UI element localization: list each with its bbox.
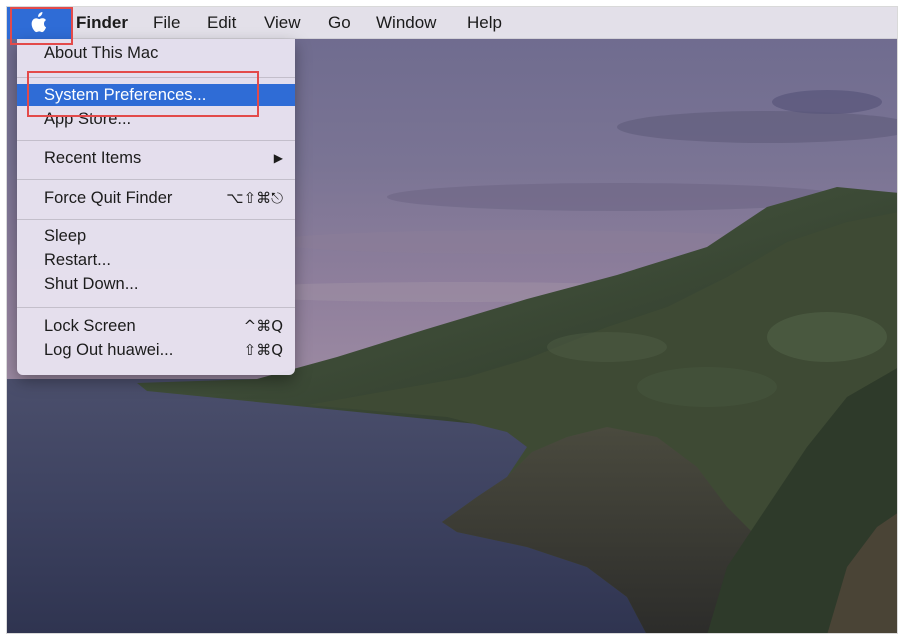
apple-logo-icon [31, 12, 47, 33]
force-quit-shortcut: ⌥⇧⌘⎋ [226, 189, 283, 207]
menu-item-label: About This Mac [44, 44, 159, 62]
menu-item-label: App Store... [44, 110, 132, 128]
menu-item-label: System Preferences... [44, 86, 207, 104]
menu-view[interactable]: View [264, 13, 301, 33]
menu-item-label: Restart... [44, 251, 111, 269]
menu-separator [17, 179, 295, 180]
menu-file[interactable]: File [153, 13, 180, 33]
menu-item-force-quit[interactable]: Force Quit Finder ⌥⇧⌘⎋ [17, 187, 295, 209]
menu-finder[interactable]: Finder [76, 13, 128, 33]
menu-item-log-out[interactable]: Log Out huawei... ⇧⌘Q [17, 339, 295, 361]
menu-item-about-this-mac[interactable]: About This Mac [17, 42, 295, 64]
menu-go[interactable]: Go [328, 13, 351, 33]
log-out-shortcut: ⇧⌘Q [243, 341, 283, 359]
menu-item-label: Force Quit Finder [44, 189, 173, 207]
screenshot-frame: Finder File Edit View Go Window Help Abo… [6, 6, 898, 634]
menu-item-label: Recent Items [44, 149, 142, 167]
menu-item-label: Shut Down... [44, 275, 139, 293]
apple-dropdown-menu: About This Mac System Preferences... App… [17, 39, 295, 375]
menu-separator [17, 219, 295, 220]
menu-item-system-preferences[interactable]: System Preferences... [17, 84, 295, 106]
menu-help[interactable]: Help [467, 13, 502, 33]
menu-item-label: Lock Screen [44, 317, 136, 335]
menu-bar: Finder File Edit View Go Window Help [7, 7, 897, 39]
menu-item-label: Log Out huawei... [44, 341, 174, 359]
menu-separator [17, 77, 295, 78]
apple-menu-button[interactable] [7, 7, 71, 39]
menu-item-app-store[interactable]: App Store... [17, 108, 295, 130]
menu-separator [17, 140, 295, 141]
menu-item-lock-screen[interactable]: Lock Screen ^⌘Q [17, 315, 295, 337]
menu-edit[interactable]: Edit [207, 13, 236, 33]
lock-screen-shortcut: ^⌘Q [243, 317, 283, 335]
menu-item-restart[interactable]: Restart... [17, 249, 295, 271]
submenu-arrow-icon: ▶ [273, 151, 283, 165]
menu-item-sleep[interactable]: Sleep [17, 225, 295, 247]
menu-item-label: Sleep [44, 227, 87, 245]
menu-separator [17, 307, 295, 308]
menu-item-shut-down[interactable]: Shut Down... [17, 273, 295, 295]
menu-window[interactable]: Window [376, 13, 436, 33]
menu-item-recent-items[interactable]: Recent Items ▶ [17, 147, 295, 169]
